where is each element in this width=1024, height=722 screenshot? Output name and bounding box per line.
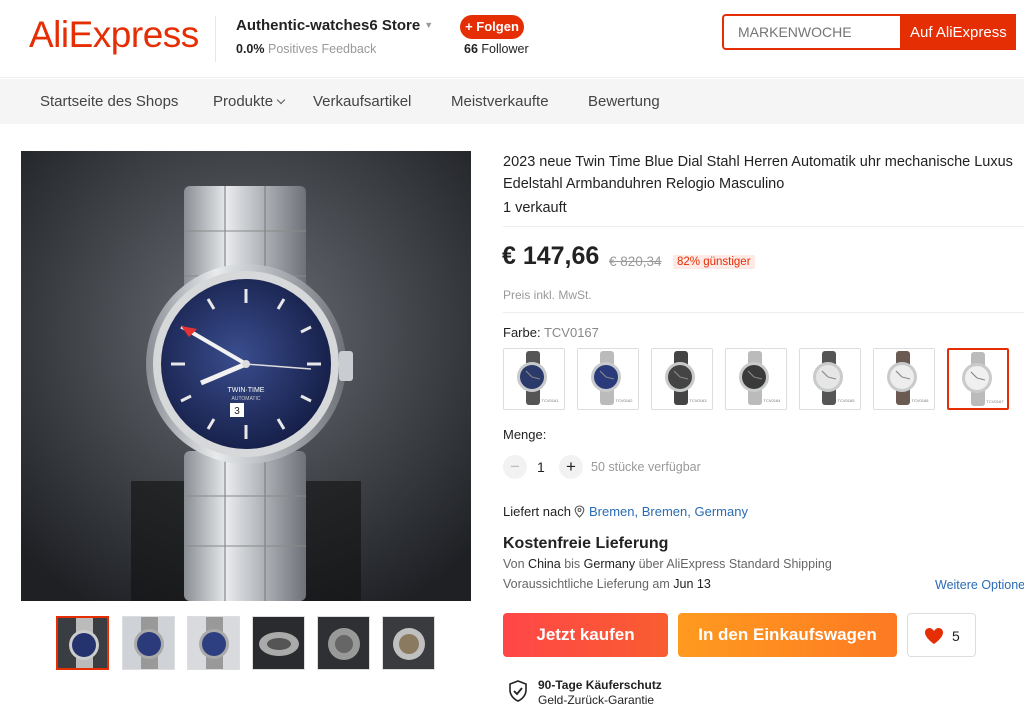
thumbnail-1[interactable] (56, 616, 109, 670)
dial-model-text: AUTOMATIC (232, 396, 261, 402)
color-swatch[interactable]: TCV0161 (503, 348, 565, 410)
ship-location-link[interactable]: Bremen, Bremen, Germany (589, 504, 748, 519)
search-button[interactable]: Auf AliExpress (900, 14, 1016, 50)
wishlist-button[interactable]: 5 (907, 613, 976, 657)
header-divider (215, 16, 216, 62)
color-swatch[interactable]: TCV0164 (725, 348, 787, 410)
thumbnail-6[interactable] (382, 616, 435, 670)
swatch-code: TCV0163 (690, 398, 708, 403)
store-feedback: 0.0% Positives Feedback (236, 42, 377, 56)
stock-availability: 50 stücke verfügbar (591, 460, 701, 474)
store-name-link[interactable]: Authentic-watches6 Store ▼ (236, 17, 433, 34)
chevron-down-icon (276, 95, 286, 105)
swatch-code: TCV0161 (542, 398, 560, 403)
search-box (722, 14, 902, 50)
shipping-route: Von China bis Germany über AliExpress St… (503, 557, 832, 571)
delivery-estimate: Voraussichtliche Lieferung am Jun 13 (503, 577, 711, 591)
search-input[interactable] (738, 24, 888, 40)
swatch-code: TCV0162 (616, 398, 634, 403)
color-swatch[interactable]: TCV0163 (651, 348, 713, 410)
main-product-image[interactable]: TWIN·TIME AUTOMATIC 3 (21, 151, 471, 601)
follower-count: 66 Follower (464, 42, 529, 56)
color-label: Farbe: TCV0167 (503, 325, 599, 340)
nav-item-store-home[interactable]: Startseite des Shops (40, 93, 178, 110)
thumbnail-5[interactable] (317, 616, 370, 670)
sold-count: 1 verkauft (503, 200, 567, 216)
store-nav: Startseite des Shops Produkte Verkaufsar… (0, 79, 1024, 124)
swatch-code: TCV0164 (764, 398, 782, 403)
nav-item-bestsellers[interactable]: Meistverkaufte (451, 93, 549, 110)
location-pin-icon (574, 505, 585, 518)
aliexpress-logo[interactable]: AliExpress (29, 14, 199, 56)
caret-down-icon[interactable]: ▼ (424, 20, 433, 30)
add-to-cart-button[interactable]: In den Einkaufswagen (678, 613, 897, 657)
heart-icon (925, 628, 943, 644)
color-swatch[interactable]: TCV0165 (799, 348, 861, 410)
nav-item-reviews[interactable]: Bewertung (588, 93, 660, 110)
nav-item-products[interactable]: Produkte (213, 93, 286, 110)
swatch-code: TCV0166 (912, 398, 930, 403)
current-price: € 147,66 (502, 242, 600, 270)
quantity-decrease-button[interactable]: − (503, 455, 527, 479)
free-shipping-title: Kostenfreie Lieferung (503, 535, 669, 552)
ship-to-label: Liefert nach (503, 504, 571, 519)
store-header: AliExpress Authentic-watches6 Store ▼ 0.0… (0, 0, 1024, 78)
quantity-value[interactable]: 1 (537, 459, 545, 475)
color-swatch[interactable]: TCV0162 (577, 348, 639, 410)
divider (503, 226, 1024, 227)
watch-image: TWIN·TIME AUTOMATIC 3 (21, 151, 471, 601)
original-price: € 820,34 (609, 254, 662, 269)
buyer-protection-title: 90-Tage Käuferschutz (538, 678, 662, 692)
nav-item-sale[interactable]: Verkaufsartikel (313, 93, 411, 110)
thumbnail-3[interactable] (187, 616, 240, 670)
color-swatch[interactable]: TCV0167 (947, 348, 1009, 410)
thumbnail-4[interactable] (252, 616, 305, 670)
more-shipping-options-link[interactable]: Weitere Optionen (935, 578, 1024, 592)
quantity-label: Menge: (503, 427, 547, 442)
wishlist-count: 5 (952, 628, 960, 644)
shield-check-icon (509, 680, 527, 702)
buy-now-button[interactable]: Jetzt kaufen (503, 613, 668, 657)
buyer-protection-subtitle: Geld-Zurück-Garantie (538, 693, 655, 707)
swatch-code: TCV0165 (838, 398, 856, 403)
product-title: 2023 neue Twin Time Blue Dial Stahl Herr… (503, 154, 1013, 192)
quantity-increase-button[interactable]: + (559, 455, 583, 479)
dial-brand-text: TWIN·TIME (228, 387, 265, 394)
dial-date: 3 (234, 406, 240, 417)
color-swatch[interactable]: TCV0166 (873, 348, 935, 410)
follow-button[interactable]: + Folgen (460, 15, 524, 39)
divider (503, 312, 1024, 313)
tax-note: Preis inkl. MwSt. (503, 288, 592, 302)
thumbnail-2[interactable] (122, 616, 175, 670)
swatch-code: TCV0167 (987, 399, 1005, 404)
discount-badge: 82% günstiger (673, 255, 755, 269)
